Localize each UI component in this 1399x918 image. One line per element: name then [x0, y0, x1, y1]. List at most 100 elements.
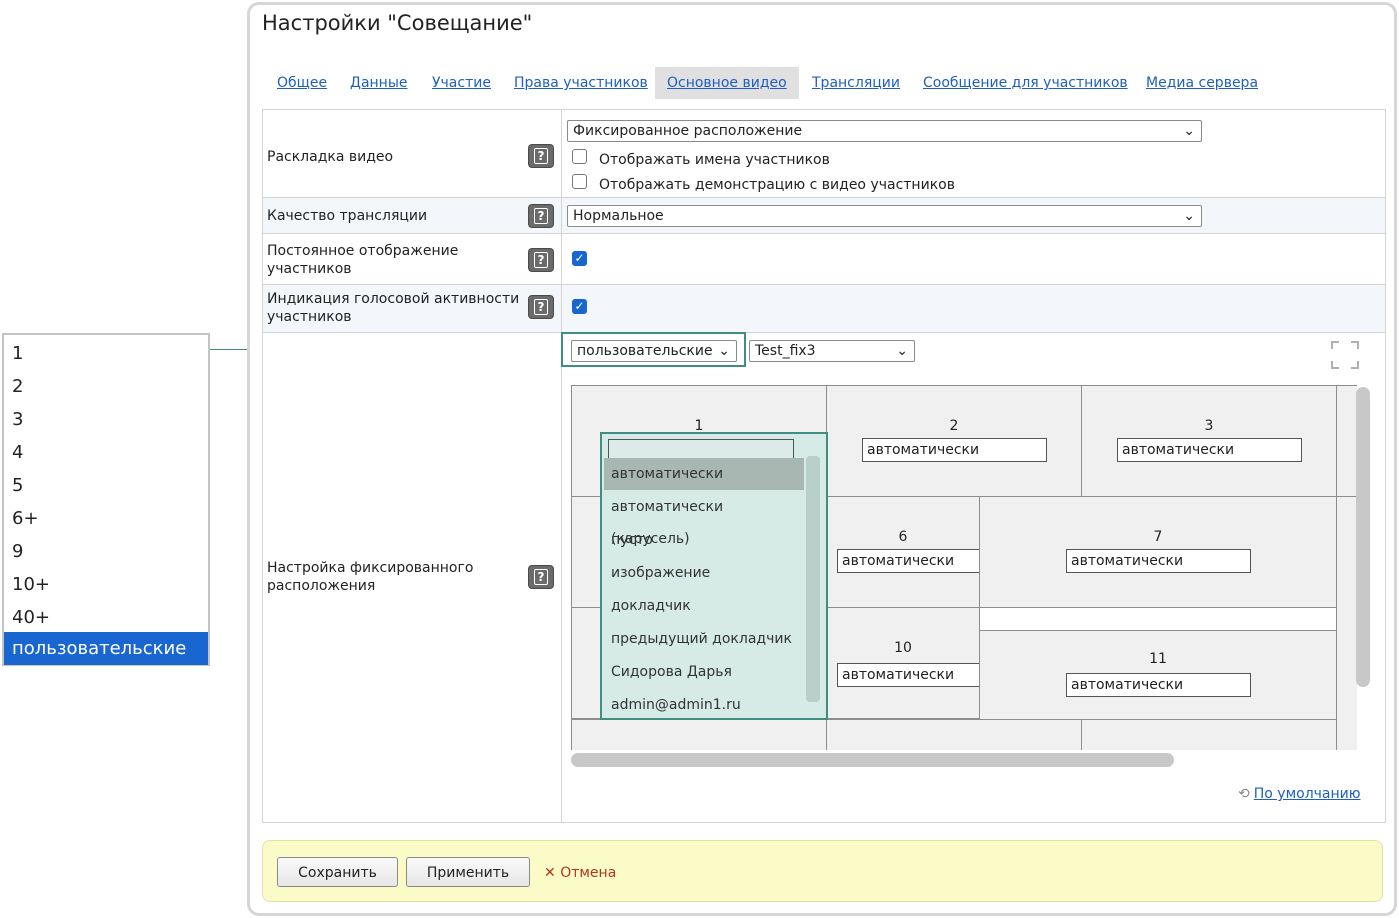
tab-main-video[interactable]: Основное видео	[655, 67, 799, 99]
page-title: Настройки "Совещание"	[262, 11, 533, 35]
layout-template-select-value: Test_fix3	[755, 343, 816, 359]
layout-cell: 7 автоматически	[979, 496, 1337, 608]
cell-number: 6	[898, 529, 908, 545]
listbox-option[interactable]: 1	[4, 337, 208, 370]
tab-participant-message[interactable]: Сообщение для участников	[911, 67, 1140, 99]
listbox-option[interactable]: 4	[4, 436, 208, 469]
listbox-option[interactable]: 10+	[4, 568, 208, 601]
layout-grid-vertical-scrollbar[interactable]	[1356, 387, 1370, 687]
video-layout-select[interactable]: Фиксированное расположение ⌄	[567, 120, 1202, 142]
dropdown-option[interactable]: докладчик	[604, 590, 804, 622]
cell-source-input[interactable]: автоматически	[1066, 549, 1251, 573]
layout-cell	[1081, 719, 1337, 750]
layout-cell: 2 автоматически	[826, 385, 1082, 497]
cell-source-input[interactable]: автоматически	[837, 663, 982, 687]
layout-template-select[interactable]: Test_fix3 ⌄	[749, 340, 915, 362]
permanent-display-checkbox[interactable]: ✓	[572, 251, 587, 266]
row-voice-activity: Индикация голосовой активности участнико…	[263, 285, 1385, 333]
tab-broadcasts[interactable]: Трансляции	[800, 67, 912, 99]
tab-participation[interactable]: Участие	[420, 67, 503, 99]
dropdown-option[interactable]: автоматически (карусель)	[604, 491, 804, 547]
tab-bar: Общее Данные Участие Права участников Ос…	[250, 67, 1394, 101]
cell-source-dropdown[interactable]: автоматически автоматически (карусель) п…	[600, 432, 828, 720]
video-layout-select-value: Фиксированное расположение	[573, 123, 803, 139]
layout-cell: 3 автоматически	[1081, 385, 1337, 497]
voice-activity-label: Индикация голосовой активности участнико…	[267, 291, 520, 325]
question-icon[interactable]: ?	[528, 204, 554, 228]
dropdown-option[interactable]: изображение	[604, 557, 804, 589]
question-icon[interactable]: ?	[528, 295, 554, 319]
apply-button[interactable]: Применить	[406, 857, 530, 887]
close-icon: ✕	[544, 865, 556, 881]
dropdown-option[interactable]: Сидорова Дарья	[604, 656, 804, 688]
listbox-option[interactable]: 5	[4, 469, 208, 502]
layout-count-select[interactable]: пользовательские ⌄	[571, 340, 737, 362]
tab-participant-rights[interactable]: Права участников	[502, 67, 660, 99]
column-divider	[561, 285, 562, 332]
cell-source-input[interactable]	[608, 439, 794, 459]
column-divider	[561, 110, 562, 197]
video-layout-label: Раскладка видео	[267, 149, 394, 165]
column-divider	[561, 198, 562, 233]
broadcast-quality-select-value: Нормальное	[573, 208, 664, 224]
save-button[interactable]: Сохранить	[277, 857, 398, 887]
show-names-checkbox[interactable]	[572, 149, 587, 164]
layout-cell: 6 автоматически	[826, 496, 982, 608]
layout-cell: 10 автоматически	[826, 607, 982, 719]
row-video-layout: Раскладка видео ? Фиксированное располож…	[263, 110, 1385, 198]
cell-number: 2	[949, 418, 959, 434]
cell-number: 3	[1204, 418, 1214, 434]
show-demo-label: Отображать демонстрацию с видео участник…	[599, 177, 955, 193]
dropdown-option[interactable]: предыдущий докладчик	[604, 623, 804, 655]
layout-cell	[979, 607, 1337, 631]
listbox-option[interactable]: 3	[4, 403, 208, 436]
action-bar: Сохранить Применить ✕ Отмена	[262, 840, 1383, 902]
chevron-down-icon: ⌄	[896, 343, 908, 359]
listbox-option-selected[interactable]: пользовательские	[4, 632, 208, 665]
tab-media-servers[interactable]: Медиа сервера	[1134, 67, 1270, 99]
voice-activity-checkbox[interactable]: ✓	[572, 299, 587, 314]
layout-count-select-value: пользовательские	[577, 343, 713, 359]
cancel-link[interactable]: ✕ Отмена	[544, 865, 616, 881]
listbox-option[interactable]: 2	[4, 370, 208, 403]
dropdown-option[interactable]: пусто	[604, 524, 804, 556]
chevron-down-icon: ⌄	[1183, 208, 1195, 224]
listbox-option[interactable]: 9	[4, 535, 208, 568]
chevron-down-icon: ⌄	[718, 343, 730, 359]
listbox-option[interactable]: 6+	[4, 502, 208, 535]
broadcast-quality-select[interactable]: Нормальное ⌄	[567, 205, 1202, 227]
show-names-label: Отображать имена участников	[599, 152, 830, 168]
listbox-option[interactable]: 40+	[4, 601, 208, 634]
cell-number: 10	[894, 640, 912, 656]
cell-source-input[interactable]: автоматически	[1066, 673, 1251, 697]
row-permanent-display: Постоянное отображение участников ? ✓	[263, 234, 1385, 285]
tab-data[interactable]: Данные	[338, 67, 420, 99]
question-icon[interactable]: ?	[528, 144, 554, 168]
cancel-label: Отмена	[560, 865, 617, 881]
row-broadcast-quality: Качество трансляции ? Нормальное ⌄	[263, 198, 1385, 234]
reset-default-link[interactable]: ⟲ По умолчанию	[1238, 786, 1361, 802]
dropdown-option-highlighted[interactable]: автоматически	[604, 458, 804, 490]
cell-source-input[interactable]: автоматически	[862, 438, 1047, 462]
layout-cell	[1336, 385, 1357, 497]
dropdown-option[interactable]: admin@admin1.ru	[604, 689, 804, 718]
show-demo-checkbox[interactable]	[572, 174, 587, 189]
reset-icon: ⟲	[1238, 786, 1250, 802]
reset-default-label: По умолчанию	[1253, 786, 1361, 802]
fullscreen-icon[interactable]	[1331, 341, 1359, 369]
tab-general[interactable]: Общее	[265, 67, 339, 99]
permanent-display-label: Постоянное отображение участников	[267, 243, 459, 277]
dropdown-scrollbar[interactable]	[806, 456, 820, 702]
layout-cell	[571, 719, 827, 750]
column-divider	[561, 333, 562, 823]
question-icon[interactable]: ?	[528, 248, 554, 272]
question-icon[interactable]: ?	[528, 565, 554, 589]
cell-source-input[interactable]: автоматически	[837, 549, 982, 573]
layout-count-listbox[interactable]: 1 2 3 4 5 6+ 9 10+ 40+ пользовательские	[2, 333, 210, 666]
layout-cell	[826, 719, 1082, 750]
cell-number: 7	[1153, 529, 1163, 545]
layout-grid-horizontal-scrollbar[interactable]	[571, 753, 1174, 767]
layout-cell: 11 автоматически	[979, 630, 1337, 720]
cell-source-input[interactable]: автоматически	[1117, 438, 1302, 462]
cell-number: 11	[1149, 651, 1167, 667]
